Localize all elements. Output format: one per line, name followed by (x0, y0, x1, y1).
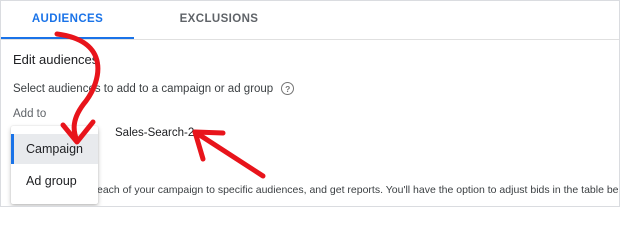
campaign-name-value: Sales-Search-2 (115, 127, 195, 139)
help-circle-icon[interactable]: ? (281, 82, 295, 95)
annotation-arrow-diagonal-head (192, 129, 226, 162)
add-to-dropdown-menu: Campaign Ad group (11, 126, 98, 204)
add-to-label: Add to (13, 108, 47, 120)
instruction-row: Select audiences to add to a campaign or… (13, 82, 295, 95)
annotation-arrow-diagonal (192, 129, 266, 179)
description-text: each of your campaign to specific audien… (97, 184, 620, 196)
edit-audiences-panel: AUDIENCES EXCLUSIONS Edit audiences Sele… (0, 0, 620, 207)
tab-exclusions[interactable]: EXCLUSIONS (134, 1, 304, 37)
menu-item-ad-group[interactable]: Ad group (11, 166, 98, 196)
tab-bar: AUDIENCES EXCLUSIONS (1, 1, 619, 40)
tab-audiences[interactable]: AUDIENCES (1, 1, 134, 39)
section-title: Edit audiences (13, 52, 99, 67)
instruction-text: Select audiences to add to a campaign or… (13, 82, 274, 95)
menu-item-campaign[interactable]: Campaign (11, 134, 98, 164)
